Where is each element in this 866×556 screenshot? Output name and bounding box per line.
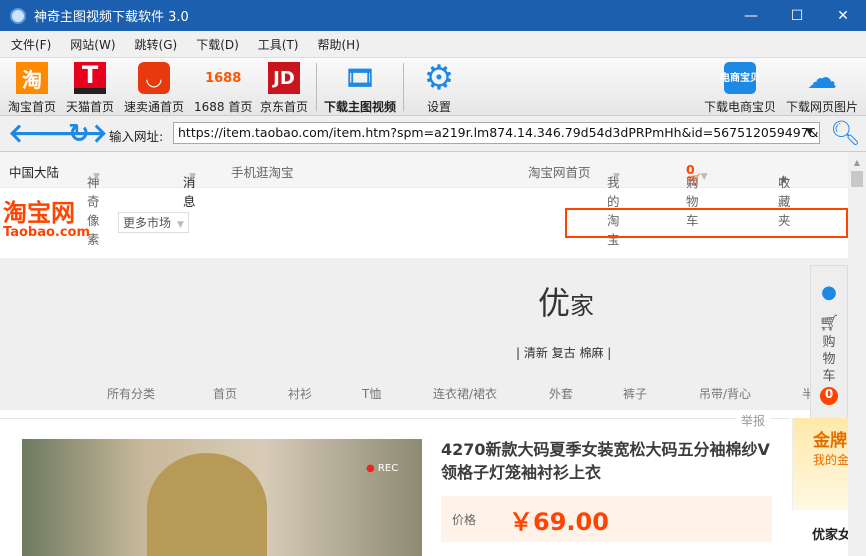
1688-icon: 1688	[205, 70, 242, 86]
report-link[interactable]: 举报	[736, 412, 771, 429]
price-box: 价格 ￥69.00	[441, 496, 772, 542]
cart-count-badge: 0	[820, 387, 838, 405]
cloud-download-icon: ☁	[807, 60, 837, 96]
menu-help[interactable]: 帮助(H)	[307, 36, 368, 53]
shop-banner: 优家 | 清新 复古 棉麻 | 所有分类 首页 衬衫 T恤 连衣裙/裙衣 外套 …	[0, 258, 848, 410]
float-cart-label[interactable]: 购物车	[822, 334, 836, 385]
shop-name[interactable]: 优家女	[812, 524, 848, 543]
aliexpress-home-button[interactable]: ◡ 速卖通首页	[124, 62, 184, 115]
more-markets-dropdown[interactable]: 更多市场 ▼	[118, 212, 189, 233]
cart-link[interactable]: 🛒︎ 购物车 0 ▼	[686, 162, 708, 228]
menu-tools[interactable]: 工具(T)	[247, 36, 307, 53]
product-photo-subject	[147, 453, 267, 556]
menu-site[interactable]: 网站(W)	[59, 36, 123, 53]
separator	[403, 63, 404, 111]
cart-icon[interactable]: 🛒︎	[811, 313, 847, 332]
minimize-button[interactable]: —	[728, 0, 774, 31]
tmall-icon: T	[74, 61, 106, 94]
separator	[316, 63, 317, 111]
vertical-scrollbar[interactable]: ▲	[848, 152, 866, 556]
download-video-button[interactable]: 🎞 下载主图视频	[324, 62, 396, 115]
taobao-home-button[interactable]: 淘淘宝首页	[8, 62, 56, 115]
chevron-down-icon: ▼	[613, 172, 620, 182]
region-selector[interactable]: 中国大陆	[9, 162, 59, 181]
app-icon	[10, 7, 26, 24]
download-images-button[interactable]: ☁ 下载网页图片	[786, 60, 858, 115]
shop-nav-item[interactable]: 外套	[549, 385, 573, 402]
scroll-thumb[interactable]	[851, 171, 863, 187]
product-image[interactable]: ● REC	[22, 439, 422, 556]
shop-nav-item[interactable]: T恤	[362, 385, 381, 402]
address-bar: 🡐 🡒 ↻ 输入网址: https://item.taobao.com/item…	[0, 116, 866, 152]
close-button[interactable]: ✕	[820, 0, 866, 31]
search-input[interactable]	[565, 208, 848, 238]
taobao-home-link[interactable]: 淘宝网首页	[528, 162, 591, 181]
chevron-down-icon: ▼	[189, 172, 196, 182]
url-input[interactable]: https://item.taobao.com/item.htm?spm=a21…	[173, 122, 820, 144]
mobile-link[interactable]: 手机逛淘宝	[231, 162, 294, 181]
rec-indicator: ● REC	[366, 463, 399, 474]
aliexpress-icon: ◡	[138, 62, 170, 94]
1688-home-button[interactable]: 1688 1688 首页	[194, 62, 252, 115]
price-label: 价格	[452, 513, 477, 527]
settings-button[interactable]: ⚙ 设置	[423, 58, 455, 115]
url-dropdown-icon[interactable]: ▼	[806, 127, 813, 137]
download-ecom-button[interactable]: 电商宝贝 下载电商宝贝	[704, 62, 776, 115]
gold-seller-badge: 金牌 我的金	[792, 418, 848, 510]
jd-home-button[interactable]: JD 京东首页	[260, 62, 308, 115]
chevron-down-icon: ▼	[177, 220, 184, 230]
shop-logo: 优家	[538, 284, 595, 322]
shop-nav-item[interactable]: 首页	[213, 385, 237, 402]
jd-icon: JD	[268, 62, 300, 94]
shop-nav-item[interactable]: 所有分类	[107, 385, 155, 402]
film-download-icon: 🎞	[344, 64, 376, 92]
shop-nav-item[interactable]: 衬衫	[288, 385, 312, 402]
menu-goto[interactable]: 跳转(G)	[124, 36, 186, 53]
window-title: 神奇主图视频下载软件 3.0	[34, 10, 189, 25]
refresh-icon[interactable]: ↻	[68, 121, 90, 147]
menu-bar: 文件(F) 网站(W) 跳转(G) 下载(D) 工具(T) 帮助(H)	[0, 31, 866, 58]
gear-icon: ⚙	[423, 58, 455, 98]
chevron-down-icon: ▼	[93, 172, 100, 182]
browser-content: 中国大陆 神奇像素 ▼ 消息 ▼ 手机逛淘宝 淘宝网首页 我的淘宝 ▼ 🛒︎ 购物车 0 ▼…	[0, 152, 848, 556]
maximize-button[interactable]: ☐	[774, 0, 820, 31]
menu-file[interactable]: 文件(F)	[0, 36, 59, 53]
search-icon[interactable]: 🔍︎	[830, 119, 860, 147]
scroll-up-icon[interactable]: ▲	[848, 158, 866, 167]
taobao-icon: 淘	[16, 62, 48, 94]
price-value: ￥69.00	[509, 508, 609, 536]
toolbar: 淘淘宝首页 T 天猫首页 ◡ 速卖通首页 1688 1688 首页 JD 京东首页 🎞 下…	[0, 58, 866, 116]
chat-icon[interactable]: ●	[811, 282, 847, 303]
url-label: 输入网址:	[109, 129, 164, 144]
shop-tagline: | 清新 复古 棉麻 |	[516, 346, 612, 360]
shop-nav-item[interactable]: 连衣裙/裙衣	[433, 385, 497, 402]
menu-download[interactable]: 下载(D)	[185, 36, 247, 53]
shop-nav-item[interactable]: 吊带/背心	[699, 385, 751, 402]
taobao-top-nav: 中国大陆 神奇像素 ▼ 消息 ▼ 手机逛淘宝 淘宝网首页 我的淘宝 ▼ 🛒︎ 购物车 0 ▼…	[0, 152, 848, 247]
floating-sidebar: ● 🛒︎ 购物车 0	[810, 265, 848, 419]
title-bar: 神奇主图视频下载软件 3.0 — ☐ ✕	[0, 0, 866, 31]
product-title: 4270新款大码夏季女装宽松大码五分袖棉纱V领格子灯笼袖衬衫上衣	[441, 440, 770, 482]
shop-nav-item[interactable]: 裤子	[623, 385, 647, 402]
taobao-logo[interactable]: 淘宝网 Taobao.com	[3, 200, 90, 240]
ecom-icon: 电商宝贝	[720, 62, 760, 94]
chevron-down-icon: ▼	[700, 172, 708, 182]
divider	[0, 418, 790, 419]
tmall-home-button[interactable]: T 天猫首页	[66, 61, 114, 115]
